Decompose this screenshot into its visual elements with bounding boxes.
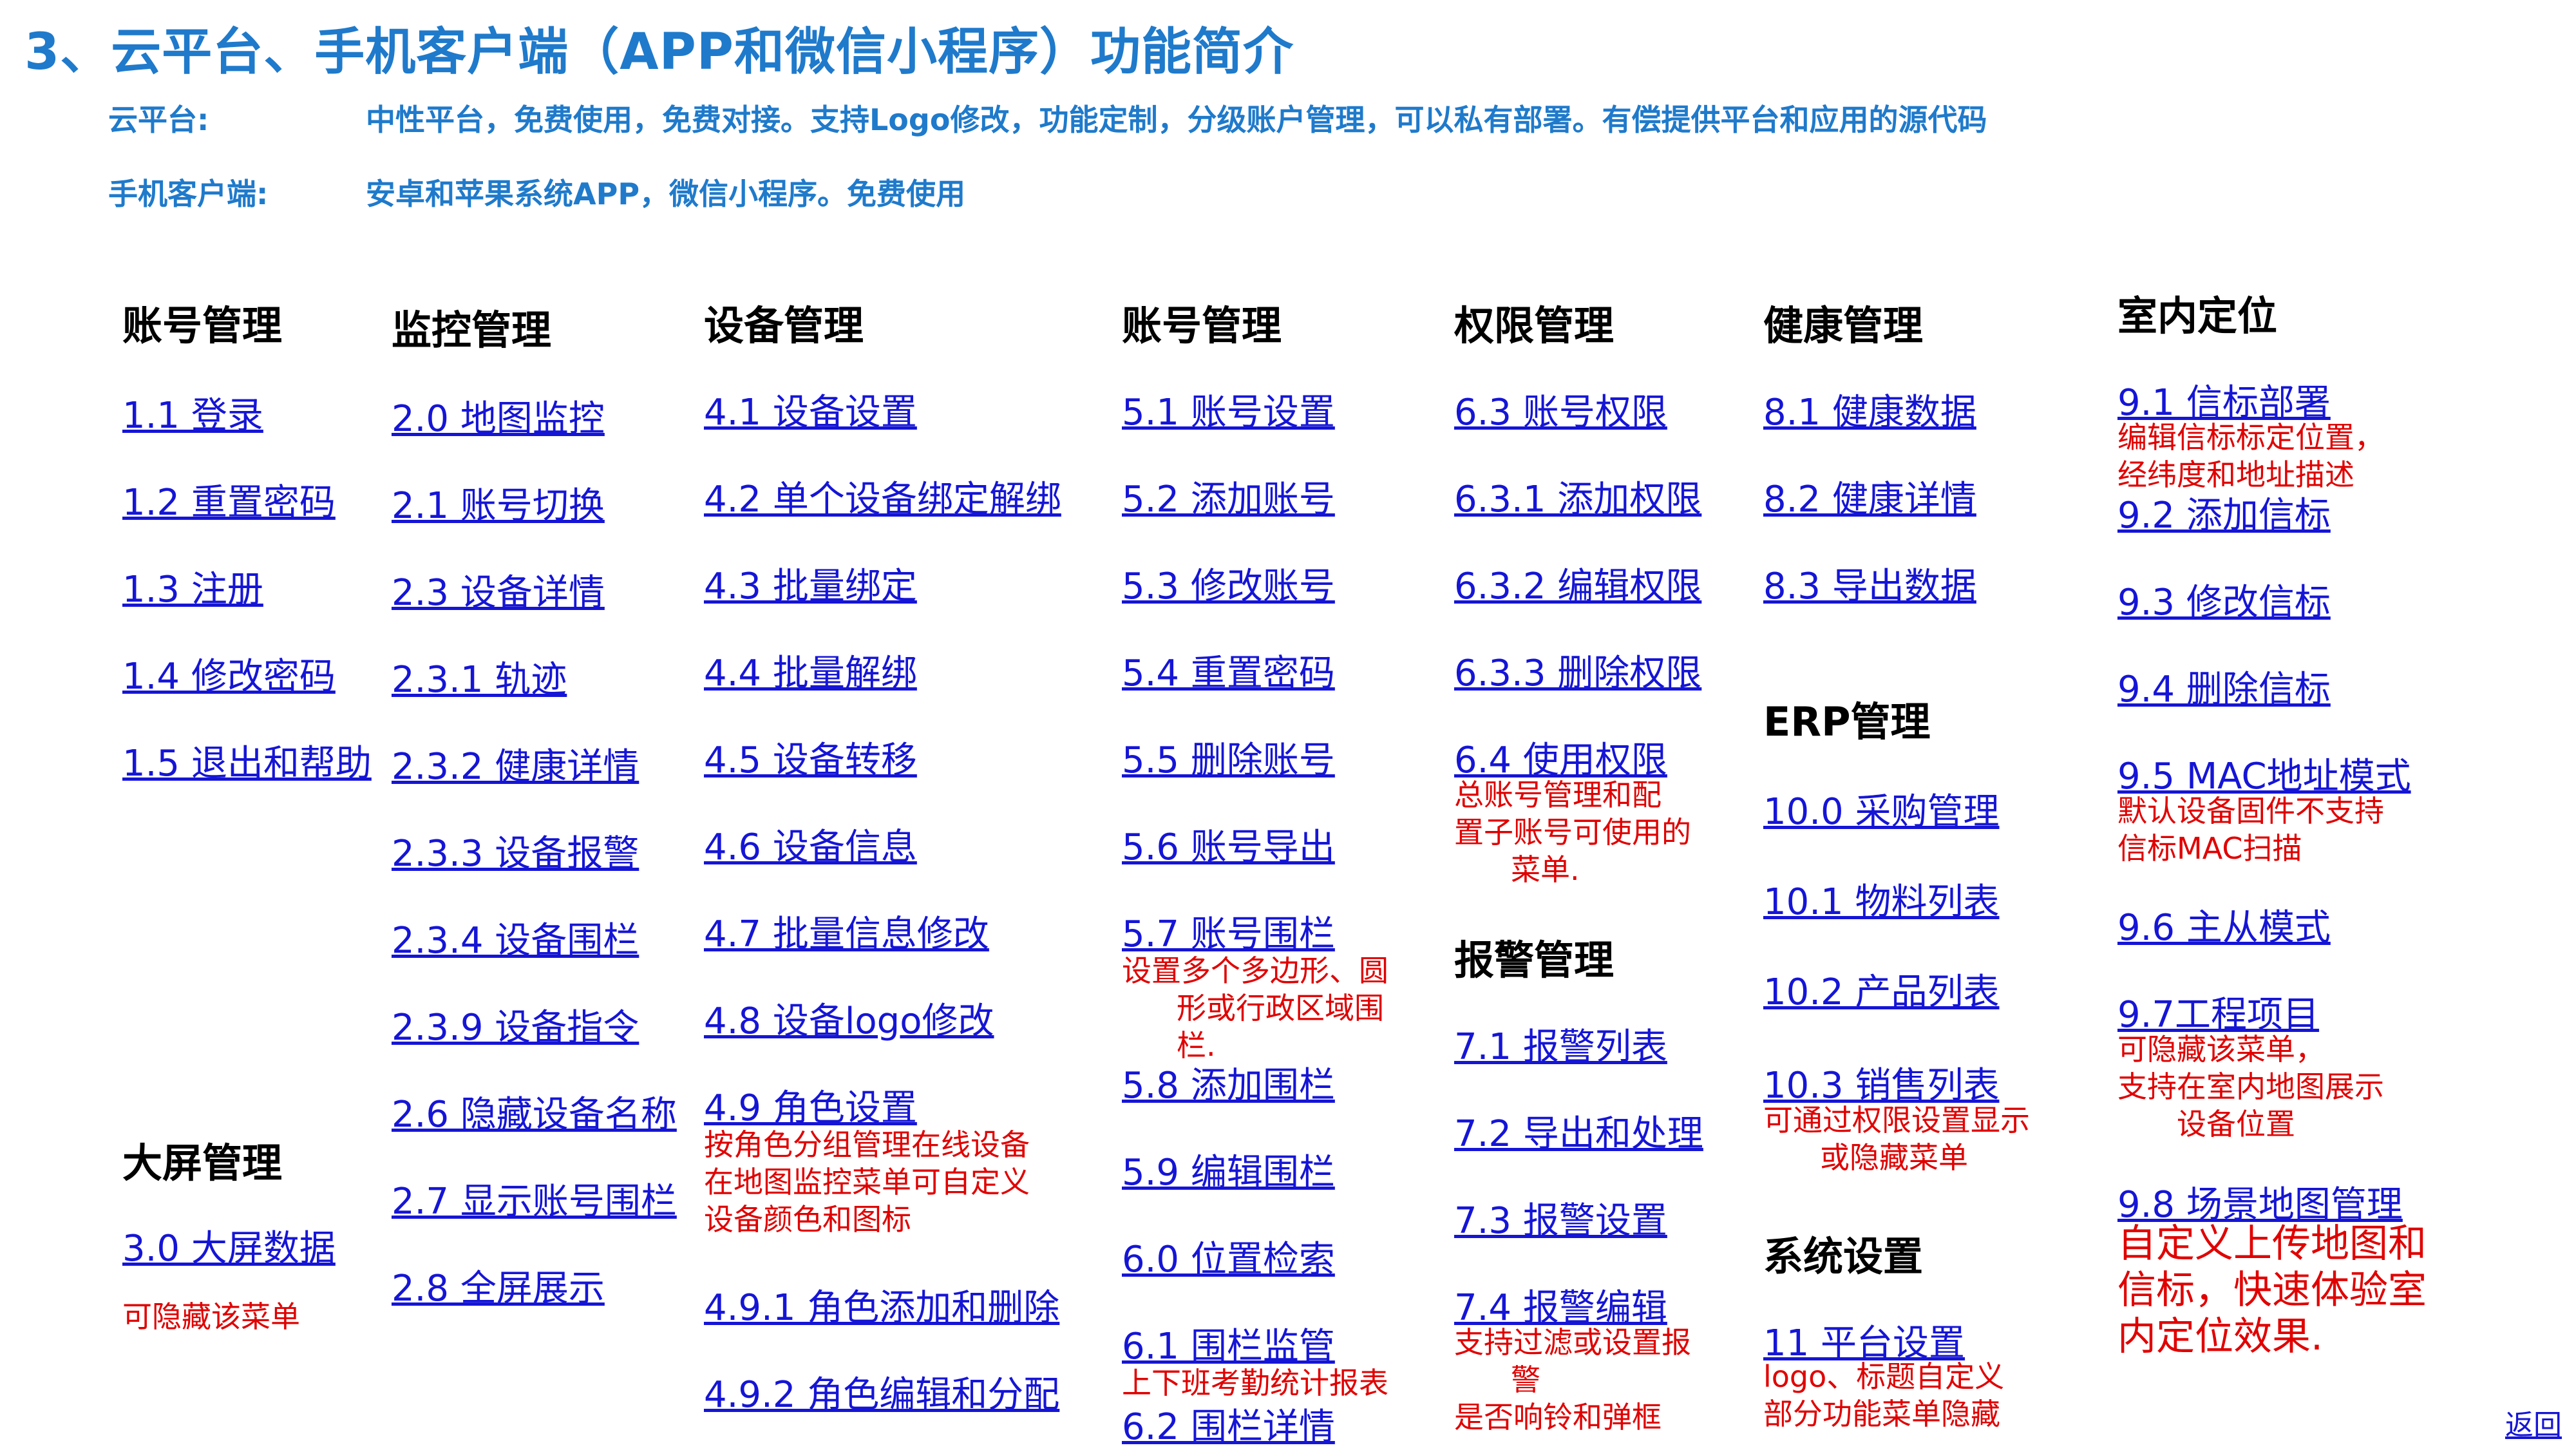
link-alarm-list[interactable]: 7.1 报警列表	[1454, 1018, 1667, 1070]
note-bigscreen: 可隐藏该菜单	[122, 1299, 300, 1334]
link-device-settings[interactable]: 4.1 设备设置	[704, 383, 917, 435]
link-edit-beacon[interactable]: 9.3 修改信标	[2117, 573, 2331, 625]
note-use-permission: 总账号管理和配 置子账号可使用的 菜单.	[1454, 777, 1691, 887]
link-map-monitor[interactable]: 2.0 地图监控	[392, 390, 605, 442]
link-health-detail-2[interactable]: 8.2 健康详情	[1763, 470, 1976, 522]
note-scene-map: 自定义上传地图和 信标，快速体验室 内定位效果.	[2117, 1221, 2427, 1359]
link-add-permission[interactable]: 6.3.1 添加权限	[1454, 470, 1701, 522]
link-health-detail[interactable]: 2.3.2 健康详情	[392, 738, 639, 790]
note-role: 按角色分组管理在线设备 在地图监控菜单可自定义 设备颜色和图标	[704, 1127, 1030, 1237]
link-track[interactable]: 2.3.1 轨迹	[392, 651, 567, 703]
note-alarm-edit: 支持过滤或设置报 警 是否响铃和弹框	[1454, 1325, 1691, 1435]
link-delete-beacon[interactable]: 9.4 删除信标	[2117, 660, 2331, 712]
section-title-system: 系统设置	[1763, 1233, 1924, 1280]
link-change-password[interactable]: 1.4 修改密码	[122, 647, 336, 700]
link-edit-account[interactable]: 5.3 修改账号	[1122, 557, 1335, 609]
link-delete-permission[interactable]: 6.3.3 删除权限	[1454, 644, 1701, 696]
link-batch-unbind[interactable]: 4.4 批量解绑	[704, 644, 917, 696]
link-reset-password-2[interactable]: 5.4 重置密码	[1122, 644, 1335, 696]
link-account-export[interactable]: 5.6 账号导出	[1122, 818, 1335, 870]
link-bigscreen-data[interactable]: 3.0 大屏数据	[122, 1219, 336, 1272]
link-beacon-deploy[interactable]: 9.1 信标部署	[2117, 374, 2331, 426]
section-title-erp: ERP管理	[1763, 698, 1931, 745]
link-export-handle[interactable]: 7.2 导出和处理	[1454, 1105, 1703, 1157]
link-edit-fence[interactable]: 5.9 编辑围栏	[1122, 1143, 1335, 1196]
link-role-add-delete[interactable]: 4.9.1 角色添加和删除	[704, 1279, 1059, 1331]
link-account-switch[interactable]: 2.1 账号切换	[392, 477, 605, 529]
note-sales-list: 可通过权限设置显示 或隐藏菜单	[1763, 1103, 2030, 1175]
link-use-permission[interactable]: 6.4 使用权限	[1454, 731, 1667, 783]
link-add-account[interactable]: 5.2 添加账号	[1122, 470, 1335, 522]
link-batch-info-edit[interactable]: 4.7 批量信息修改	[704, 905, 989, 957]
link-register[interactable]: 1.3 注册	[122, 560, 263, 613]
note-fence-supervise: 上下班考勤统计报表	[1122, 1366, 1388, 1400]
note-platform-settings: logo、标题自定义 部分功能菜单隐藏	[1763, 1359, 2005, 1431]
link-fullscreen[interactable]: 2.8 全屏展示	[392, 1259, 605, 1312]
link-device-fence[interactable]: 2.3.4 设备围栏	[392, 911, 639, 964]
link-account-fence[interactable]: 5.7 账号围栏	[1122, 905, 1335, 957]
note-beacon-deploy: 编辑信标标定位置， 经纬度和地址描述	[2117, 420, 2384, 492]
link-role-edit-assign[interactable]: 4.9.2 角色编辑和分配	[704, 1366, 1059, 1418]
link-device-transfer[interactable]: 4.5 设备转移	[704, 731, 917, 783]
link-hide-device-name[interactable]: 2.6 隐藏设备名称	[392, 1085, 677, 1138]
link-mac-mode[interactable]: 9.5 MAC地址模式	[2117, 747, 2411, 799]
link-device-alarm[interactable]: 2.3.3 设备报警	[392, 825, 639, 877]
section-title-account-2: 账号管理	[1122, 302, 1282, 349]
link-master-slave-mode[interactable]: 9.6 主从模式	[2117, 899, 2331, 951]
link-role-settings[interactable]: 4.9 角色设置	[704, 1079, 917, 1131]
link-material-list[interactable]: 10.1 物料列表	[1763, 873, 2000, 925]
link-fence-supervise[interactable]: 6.1 围栏监管	[1122, 1317, 1335, 1369]
link-scene-map[interactable]: 9.8 场景地图管理	[2117, 1176, 2403, 1228]
link-add-beacon[interactable]: 9.2 添加信标	[2117, 486, 2331, 539]
intro-text-cloud: 中性平台，免费使用，免费对接。支持Logo修改，功能定制，分级账户管理，可以私有…	[366, 102, 1987, 137]
link-export-data[interactable]: 8.3 导出数据	[1763, 557, 1976, 609]
link-add-fence[interactable]: 5.8 添加围栏	[1122, 1056, 1335, 1109]
section-title-permission: 权限管理	[1454, 302, 1615, 349]
intro-text-mobile: 安卓和苹果系统APP，微信小程序。免费使用	[366, 176, 966, 211]
link-health-data[interactable]: 8.1 健康数据	[1763, 383, 1976, 435]
section-title-bigscreen: 大屏管理	[122, 1140, 283, 1187]
note-account-fence: 设置多个多边形、圆 形或行政区域围 栏.	[1122, 953, 1388, 1063]
link-engineering-project[interactable]: 9.7工程项目	[2117, 986, 2319, 1038]
section-title-monitor: 监控管理	[392, 307, 552, 354]
link-product-list[interactable]: 10.2 产品列表	[1763, 963, 2000, 1015]
link-edit-permission[interactable]: 6.3.2 编辑权限	[1454, 557, 1701, 609]
link-sales-list[interactable]: 10.3 销售列表	[1763, 1056, 2000, 1109]
back-link[interactable]: 返回	[2505, 1402, 2562, 1443]
link-delete-account[interactable]: 5.5 删除账号	[1122, 731, 1335, 783]
link-location-search[interactable]: 6.0 位置检索	[1122, 1230, 1335, 1283]
intro-label-mobile: 手机客户端:	[108, 176, 269, 211]
link-alarm-edit[interactable]: 7.4 报警编辑	[1454, 1279, 1667, 1331]
link-device-info[interactable]: 4.6 设备信息	[704, 818, 917, 870]
section-title-alarm: 报警管理	[1454, 937, 1615, 984]
link-bind-unbind[interactable]: 4.2 单个设备绑定解绑	[704, 470, 1061, 522]
link-device-detail[interactable]: 2.3 设备详情	[392, 564, 605, 616]
link-alarm-settings[interactable]: 7.3 报警设置	[1454, 1192, 1667, 1244]
section-title-account: 账号管理	[122, 302, 283, 349]
link-batch-bind[interactable]: 4.3 批量绑定	[704, 557, 917, 609]
link-logout-help[interactable]: 1.5 退出和帮助	[122, 734, 372, 787]
link-device-logo[interactable]: 4.8 设备logo修改	[704, 992, 994, 1044]
section-title-health: 健康管理	[1763, 302, 1924, 349]
link-purchase[interactable]: 10.0 采购管理	[1763, 783, 2000, 835]
link-account-settings[interactable]: 5.1 账号设置	[1122, 383, 1335, 435]
intro-label-cloud: 云平台:	[108, 102, 209, 137]
section-title-device: 设备管理	[704, 302, 864, 349]
note-engineering-project: 可隐藏该菜单， 支持在室内地图展示 设备位置	[2117, 1032, 2384, 1141]
note-mac-mode: 默认设备固件不支持 信标MAC扫描	[2117, 794, 2384, 866]
link-reset-password[interactable]: 1.2 重置密码	[122, 473, 336, 526]
link-device-command[interactable]: 2.3.9 设备指令	[392, 998, 639, 1051]
page-title: 3、云平台、手机客户端（APP和微信小程序）功能简介	[24, 23, 1294, 81]
link-show-account-fence[interactable]: 2.7 显示账号围栏	[392, 1172, 677, 1225]
link-fence-detail[interactable]: 6.2 围栏详情	[1122, 1398, 1335, 1450]
link-account-permission[interactable]: 6.3 账号权限	[1454, 383, 1667, 435]
link-login[interactable]: 1.1 登录	[122, 386, 263, 439]
section-title-indoor: 室内定位	[2117, 292, 2278, 339]
